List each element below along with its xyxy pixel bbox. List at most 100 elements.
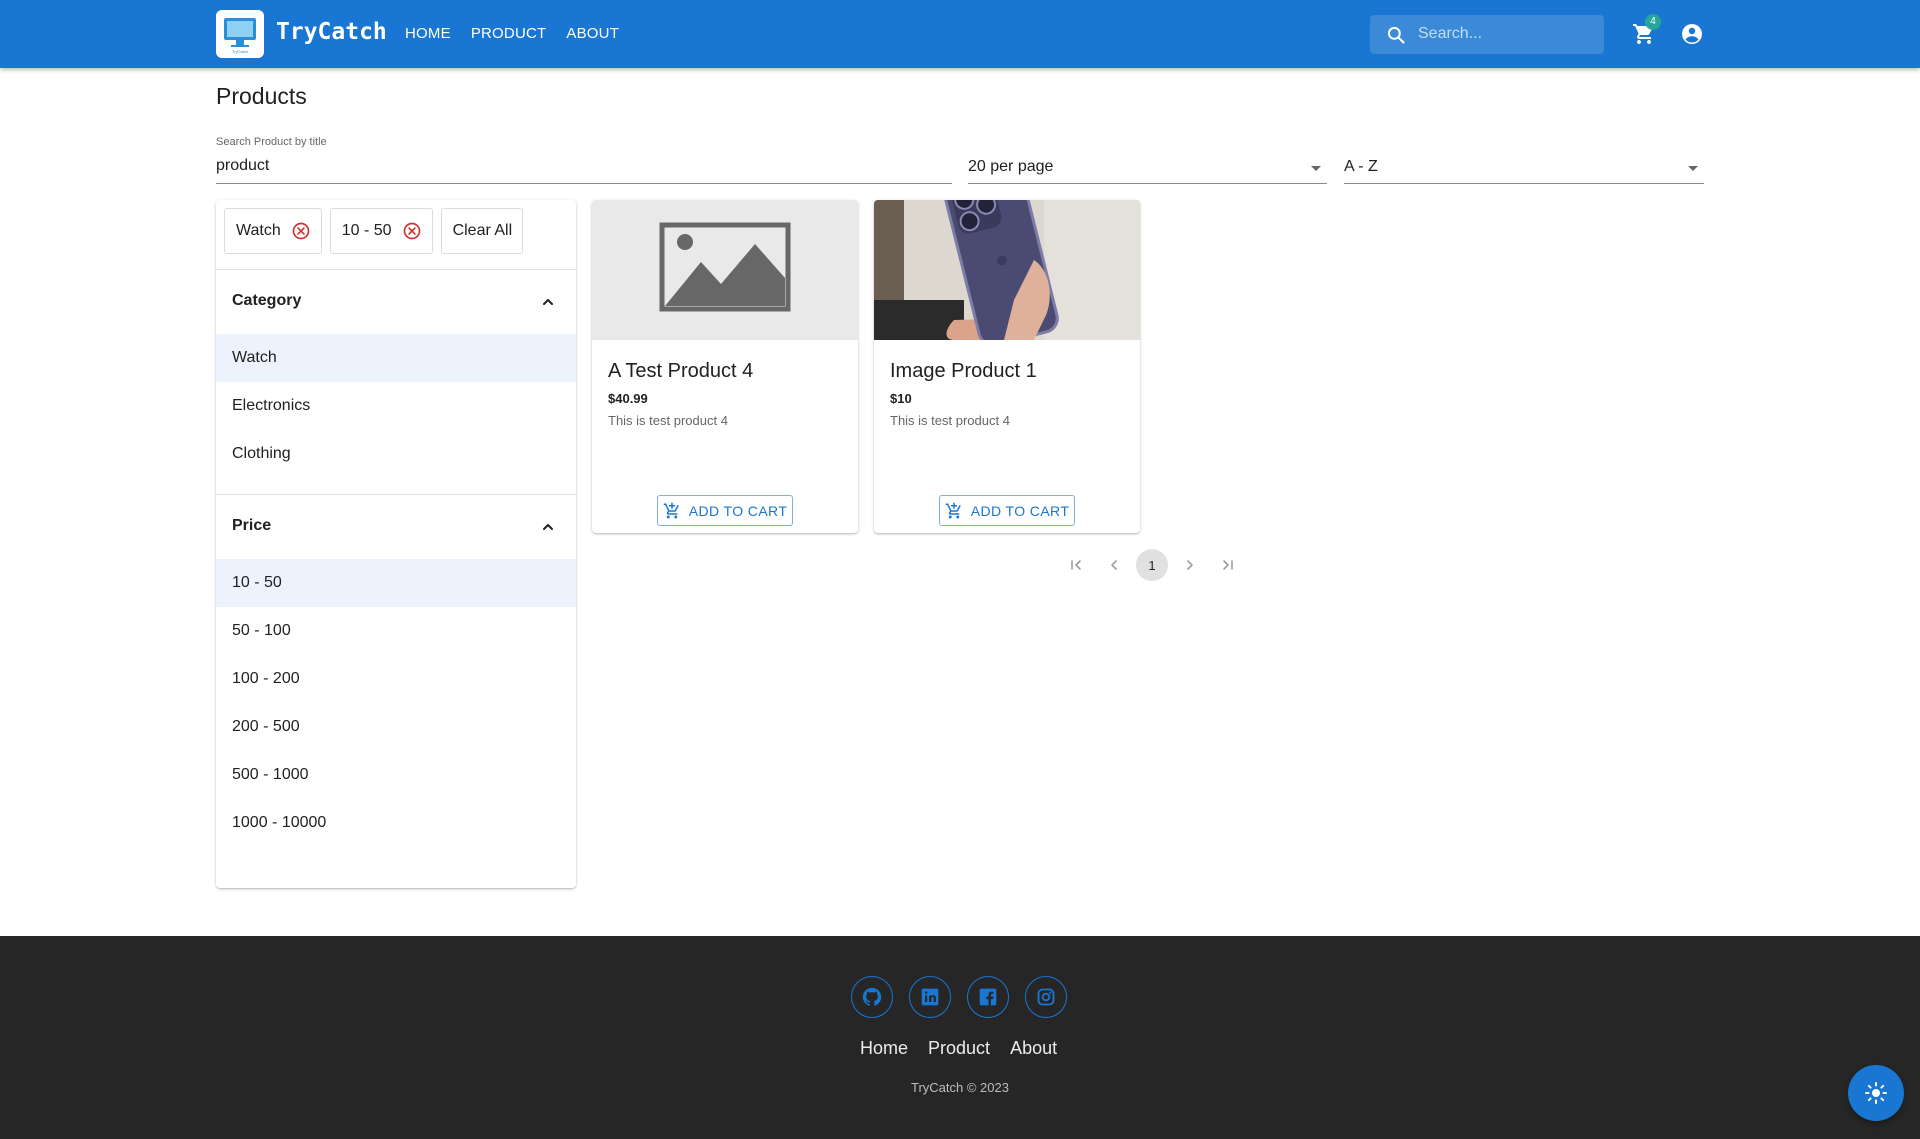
page-title: Products [216,83,307,109]
product-description: This is test product 4 [608,413,728,428]
pagination: 1 [1060,549,1244,581]
product-search-input[interactable] [216,155,952,175]
price-option-10-50[interactable]: 10 - 50 [216,559,576,607]
product-image-placeholder [592,200,858,340]
monitor-logo-icon: TryCatch [224,18,256,54]
dropdown-arrow-icon [1688,166,1698,171]
price-accordion-header[interactable]: Price [216,495,576,559]
product-card[interactable]: Image Product 1 $10 This is test product… [874,200,1140,533]
footer-link-home[interactable]: Home [860,1038,908,1059]
main-nav: HOME PRODUCT ABOUT [405,25,619,42]
footer-link-about[interactable]: About [1010,1038,1057,1059]
price-option-50-100[interactable]: 50 - 100 [216,607,576,655]
nav-product[interactable]: PRODUCT [471,25,547,42]
option-label: Clothing [232,445,291,462]
search-icon [1387,26,1405,44]
app-bar: TryCatch TryCatch HOME PRODUCT ABOUT 4 [0,0,1920,68]
filter-chip-price[interactable]: 10 - 50 [329,208,433,254]
sort-value: A - Z [1344,158,1378,175]
image-placeholder-icon [659,222,791,312]
github-icon [862,987,882,1006]
phone-photo [874,200,1140,347]
per-page-select[interactable]: 20 per page [968,155,1327,184]
nav-about[interactable]: ABOUT [566,25,619,42]
account-icon [1682,24,1702,44]
remove-filter-icon[interactable] [291,221,311,241]
option-label: 1000 - 10000 [232,814,327,831]
add-to-cart-label: ADD TO CART [688,502,788,519]
add-to-cart-button[interactable]: ADD TO CART [657,495,793,526]
category-accordion-header[interactable]: Category [216,270,576,334]
chevron-up-icon [543,299,553,305]
social-links [851,976,1067,1018]
per-page-value: 20 per page [968,158,1054,175]
active-filters: Watch 10 - 50 Clear All [224,208,524,254]
price-title: Price [232,517,272,534]
option-label: 10 - 50 [232,574,282,591]
product-price: $10 [890,391,912,406]
product-name[interactable]: A Test Product 4 [608,360,753,383]
price-option-500-1000[interactable]: 500 - 1000 [216,751,576,799]
instagram-icon [1037,988,1055,1006]
last-page-button[interactable] [1212,549,1244,581]
facebook-icon [979,988,997,1006]
github-link[interactable] [851,976,893,1018]
price-option-100-200[interactable]: 100 - 200 [216,655,576,703]
price-option-200-500[interactable]: 200 - 500 [216,703,576,751]
clear-all-button[interactable]: Clear All [440,208,524,254]
linkedin-link[interactable] [909,976,951,1018]
option-label: Watch [232,349,277,366]
last-page-icon [1223,560,1233,570]
linkedin-icon [921,988,939,1006]
next-page-button[interactable] [1174,549,1206,581]
facebook-link[interactable] [967,976,1009,1018]
instagram-link[interactable] [1025,976,1067,1018]
option-label: 50 - 100 [232,622,291,639]
sun-icon [1865,1082,1887,1104]
option-label: 200 - 500 [232,718,300,735]
footer-link-product[interactable]: Product [928,1038,990,1059]
option-label: 500 - 1000 [232,766,309,783]
category-title: Category [232,292,302,309]
footer-links: Home Product About [860,1038,1057,1059]
header-search-input[interactable] [1418,23,1593,45]
brand-name[interactable]: TryCatch [276,19,387,45]
copyright: TryCatch © 2023 [911,1080,1009,1095]
add-shopping-cart-icon [945,502,961,518]
nav-home[interactable]: HOME [405,25,451,42]
category-option-clothing[interactable]: Clothing [216,430,576,478]
price-option-1000-10000[interactable]: 1000 - 10000 [216,799,576,847]
add-to-cart-button[interactable]: ADD TO CART [939,495,1075,526]
first-page-button[interactable] [1060,549,1092,581]
first-page-icon [1071,560,1081,570]
chip-label: Watch [236,222,281,239]
sort-select[interactable]: A - Z [1344,155,1704,184]
page-button-current[interactable]: 1 [1136,549,1168,581]
chip-label: 10 - 50 [341,222,392,239]
product-name[interactable]: Image Product 1 [890,360,1037,383]
add-to-cart-label: ADD TO CART [970,502,1070,519]
account-button[interactable] [1678,20,1706,48]
next-page-icon [1187,560,1193,570]
option-label: 100 - 200 [232,670,300,687]
product-card[interactable]: A Test Product 4 $40.99 This is test pro… [592,200,858,533]
header-search[interactable] [1370,15,1604,54]
svg-text:TryCatch: TryCatch [232,49,248,54]
chevron-up-icon [543,524,553,530]
theme-toggle-button[interactable] [1848,1065,1904,1121]
filter-chip-watch[interactable]: Watch [224,208,322,254]
product-image [874,200,1140,347]
option-label: Electronics [232,397,311,414]
logo[interactable]: TryCatch [216,10,264,58]
category-option-electronics[interactable]: Electronics [216,382,576,430]
filter-sidebar: Watch 10 - 50 Clear All Category Watch E… [216,200,576,888]
search-field-label: Search Product by title [216,136,327,148]
category-option-watch[interactable]: Watch [216,334,576,382]
remove-filter-icon[interactable] [402,221,422,241]
prev-page-button[interactable] [1098,549,1130,581]
cart-count-badge: 4 [1645,14,1661,30]
clear-all-label: Clear All [452,222,513,239]
product-search-field[interactable] [216,155,952,184]
prev-page-icon [1111,560,1117,570]
product-description: This is test product 4 [890,413,1010,428]
